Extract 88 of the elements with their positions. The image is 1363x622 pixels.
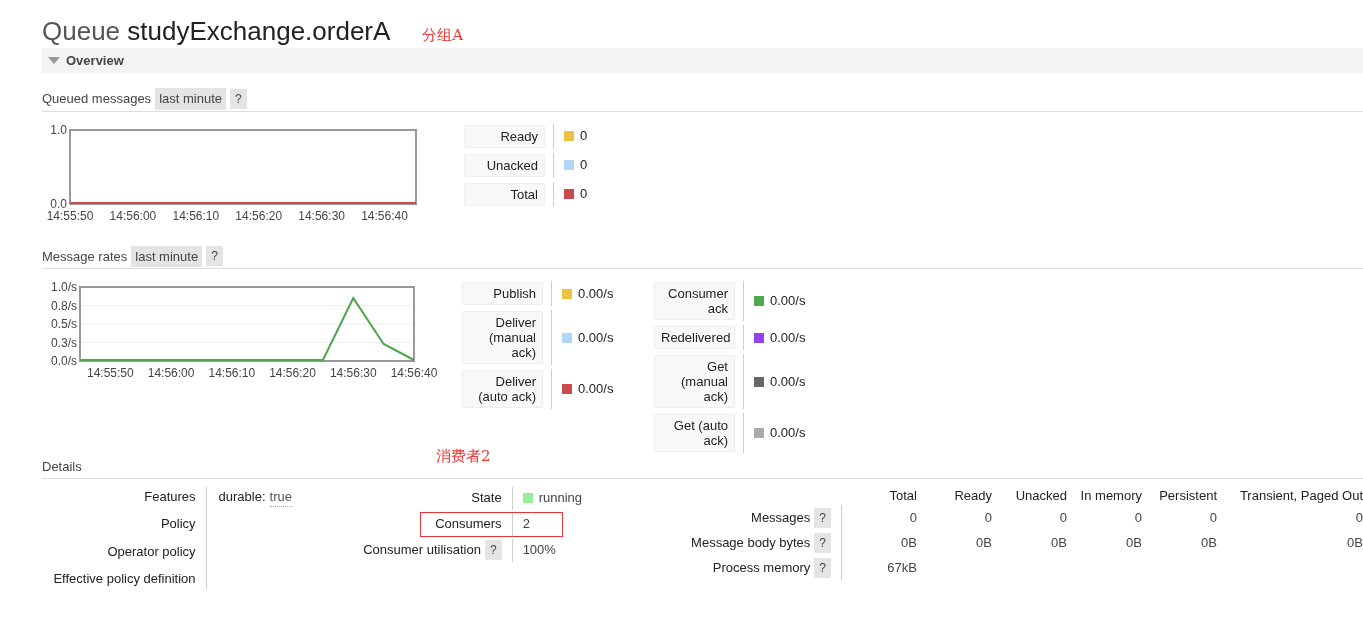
- x-tick-label: 14:56:00: [147, 366, 195, 380]
- y-tick-label: 0.0/s: [51, 354, 77, 368]
- column-header: Unacked: [1014, 486, 1067, 505]
- y-tick-label: 0.3/s: [51, 335, 77, 350]
- annotation-text: 分组A: [422, 25, 464, 46]
- status-label: Consumer utilisation: [363, 541, 481, 560]
- column-header: Ready: [953, 486, 992, 505]
- table-cell-text: 67kB: [886, 558, 917, 577]
- y-tick-label: 0.0: [50, 196, 67, 211]
- x-tick-label: 14:56:20: [235, 208, 283, 223]
- legend-label: Ready: [464, 124, 545, 148]
- page-title: Queue studyExchange.orderA: [42, 15, 391, 48]
- table-cell-text: 0: [1133, 508, 1142, 527]
- legend-label: Deliver (auto ack): [462, 370, 543, 408]
- table-cell-text: 0: [1208, 508, 1217, 527]
- table-cell-text: 0: [1058, 508, 1067, 527]
- legend-value: 0.00/s: [770, 328, 806, 347]
- x-tick-label: 14:55:50: [46, 208, 94, 223]
- property-key: durable:: [218, 486, 266, 507]
- table-cell-text: 0B: [1346, 533, 1363, 552]
- table-cell-text: 0: [983, 508, 992, 527]
- x-tick-label: 14:56:20: [269, 366, 316, 380]
- legend-value: 0: [580, 185, 588, 204]
- row-label: Process memory: [712, 558, 811, 577]
- x-tick-label: 14:56:30: [329, 366, 377, 380]
- x-tick-label: 14:56:10: [172, 208, 220, 223]
- table-cell-text: 0: [1354, 508, 1363, 527]
- row-label: Message body bytes: [691, 533, 811, 552]
- legend-label: Get (manual ack): [654, 355, 735, 408]
- time-range-button[interactable]: last minute: [131, 245, 203, 267]
- annotation-text: 消费者2: [436, 446, 491, 467]
- section-label: Queued messages: [42, 90, 152, 108]
- help-button[interactable]: ?: [230, 88, 247, 109]
- y-tick-label: 0.5/s: [51, 317, 77, 331]
- table-cell-text: 0B: [900, 533, 917, 552]
- status-value: 2: [522, 515, 530, 534]
- x-tick-label: 14:55:50: [87, 366, 134, 380]
- help-button[interactable]: ?: [814, 532, 831, 553]
- status-label: State: [471, 489, 502, 508]
- property-label: Effective policy definition: [53, 570, 196, 588]
- legend-label: Total: [464, 182, 545, 206]
- legend-value: 0.00/s: [770, 372, 806, 391]
- property-label: Features: [144, 487, 196, 506]
- legend-label: Publish: [462, 282, 543, 305]
- legend-value: 0.00/s: [770, 424, 806, 443]
- section-label: Details: [42, 459, 82, 474]
- legend-label: Consumer ack: [654, 282, 735, 320]
- legend-label: Deliver (manual ack): [462, 311, 543, 364]
- help-button[interactable]: ?: [206, 246, 223, 267]
- table-cell-text: 0B: [1200, 533, 1217, 552]
- column-header: In memory: [1079, 486, 1142, 505]
- time-range-button[interactable]: last minute: [155, 88, 226, 110]
- table-cell-text: 0B: [1050, 533, 1067, 552]
- legend-value: 0.00/s: [578, 380, 614, 399]
- legend-label: Get (auto ack): [654, 414, 735, 452]
- legend-label: Unacked: [464, 153, 545, 177]
- section-header[interactable]: Overview: [42, 48, 1363, 73]
- column-header: Total: [888, 486, 917, 505]
- property-value: true: [269, 486, 292, 507]
- column-header: Transient, Paged Out: [1238, 486, 1363, 505]
- legend-value: 0.00/s: [770, 292, 806, 311]
- status-value: running: [538, 489, 582, 508]
- status-label: Consumers: [435, 515, 502, 534]
- legend-value: 0.00/s: [578, 284, 614, 303]
- table-cell-text: 0B: [975, 533, 992, 552]
- status-value: 100%: [522, 541, 556, 560]
- x-tick-label: 14:56:30: [298, 208, 345, 223]
- help-button[interactable]: ?: [814, 507, 831, 528]
- x-tick-label: 14:56:40: [361, 208, 408, 223]
- legend-value: 0: [580, 127, 588, 146]
- property-label: Policy: [160, 515, 196, 533]
- section-label: Message rates: [42, 247, 128, 266]
- y-tick-label: 0.8/s: [51, 298, 77, 313]
- legend-value: 0.00/s: [578, 328, 614, 347]
- row-label: Messages: [751, 508, 811, 527]
- table-cell-text: 0: [908, 508, 917, 527]
- legend-value: 0: [580, 156, 588, 175]
- column-header: Persistent: [1158, 486, 1217, 505]
- property-label: Operator policy: [107, 542, 196, 561]
- legend-label: Redelivered: [654, 326, 735, 349]
- help-button[interactable]: ?: [484, 540, 502, 560]
- x-tick-label: 14:56:00: [109, 208, 157, 223]
- table-cell-text: 0B: [1125, 533, 1142, 552]
- y-tick-label: 1.0: [50, 123, 67, 137]
- y-tick-label: 1.0/s: [51, 281, 77, 294]
- help-button[interactable]: ?: [814, 557, 831, 578]
- x-tick-label: 14:56:40: [390, 366, 438, 380]
- x-tick-label: 14:56:10: [208, 366, 256, 380]
